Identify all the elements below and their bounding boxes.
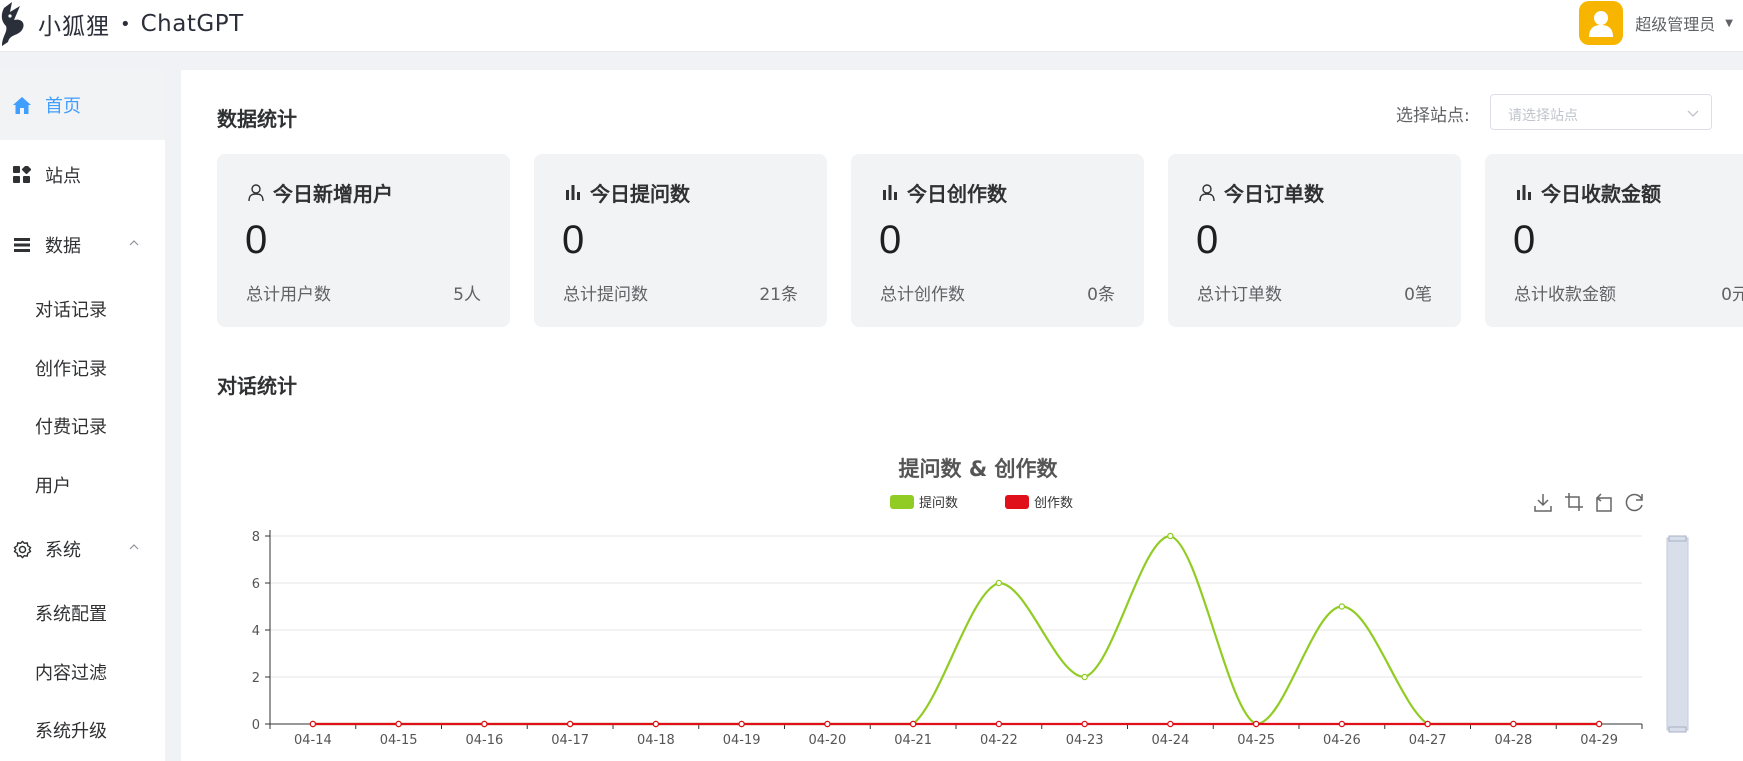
- avatar[interactable]: [1579, 1, 1624, 45]
- stats-section-title: 数据统计: [217, 107, 297, 131]
- stat-card-questions: 今日提问数 0 总计提问数 21条: [534, 154, 827, 327]
- bar-chart-icon: [564, 184, 582, 202]
- card-title: 今日提问数: [564, 178, 690, 207]
- sidebar-item-system[interactable]: 系统: [0, 514, 165, 584]
- grid-icon: [12, 165, 32, 185]
- card-value: 0: [1513, 218, 1536, 262]
- card-total-label: 总计用户数: [246, 285, 331, 305]
- card-total-label: 总计创作数: [880, 285, 965, 305]
- stat-card-orders: 今日订单数 0 总计订单数 0笔: [1168, 154, 1461, 327]
- card-total-label: 总计订单数: [1197, 285, 1282, 305]
- card-value: 0: [879, 218, 902, 262]
- stat-card-new-users: 今日新增用户 0 总计用户数 5人: [217, 154, 510, 327]
- stat-card-revenue: 今日收款金额 0 总计收款金额 0元: [1485, 154, 1743, 327]
- card-title-text: 今日创作数: [907, 182, 1007, 206]
- card-total-label: 总计提问数: [563, 285, 648, 305]
- bar-chart-icon: [881, 184, 899, 202]
- card-title: 今日新增用户: [247, 178, 393, 207]
- stat-cards: 今日新增用户 0 总计用户数 5人 今日提问数 0 总计提问数 21条 今日创作…: [217, 154, 1743, 327]
- sidebar-item-label: 数据: [45, 236, 81, 257]
- card-title-text: 今日新增用户: [273, 182, 393, 206]
- fox-logo-icon: [1, 2, 24, 46]
- sidebar-item-label: 站点: [45, 166, 81, 187]
- sidebar-item-payment-records[interactable]: 付费记录: [0, 397, 165, 456]
- stat-card-creations: 今日创作数 0 总计创作数 0条: [851, 154, 1144, 327]
- sidebar-item-users[interactable]: 用户: [0, 456, 165, 515]
- list-icon: [12, 235, 32, 255]
- chevron-up-icon[interactable]: [129, 238, 139, 248]
- card-total-value: 0条: [1087, 285, 1115, 305]
- user-menu[interactable]: 超级管理员 ▼: [1579, 0, 1733, 46]
- brand-name: ChatGPT: [140, 11, 244, 37]
- site-select[interactable]: 请选择站点: [1490, 94, 1712, 130]
- chevron-down-icon[interactable]: ▼: [1725, 18, 1733, 29]
- card-total-label: 总计收款金额: [1514, 285, 1616, 305]
- user-avatar-icon: [1589, 11, 1614, 37]
- bar-chart-icon: [1515, 184, 1533, 202]
- sidebar-item-system-config[interactable]: 系统配置: [0, 584, 165, 643]
- sidebar-item-system-upgrade[interactable]: 系统升级: [0, 701, 165, 760]
- card-value: 0: [245, 218, 268, 262]
- chevron-up-icon[interactable]: [129, 542, 139, 552]
- card-title: 今日收款金额: [1515, 178, 1661, 207]
- sidebar: 首页 站点 数据 对话记录 创作记录 付费记录 用户 系统 系统配置 内容过滤 …: [0, 70, 165, 761]
- main-panel: 数据统计 选择站点: 请选择站点 今日新增用户 0 总计用户数 5人 今日提问数: [181, 70, 1743, 761]
- card-title-text: 今日提问数: [590, 182, 690, 206]
- user-icon: [247, 184, 265, 202]
- sidebar-item-label: 系统: [45, 540, 81, 561]
- home-icon: [12, 95, 32, 115]
- sidebar-item-label: 首页: [45, 96, 81, 117]
- site-select-placeholder: 请选择站点: [1508, 108, 1578, 124]
- logo[interactable]: 小狐狸 • ChatGPT: [0, 2, 244, 46]
- sidebar-item-chat-records[interactable]: 对话记录: [0, 280, 165, 339]
- sidebar-item-creation-records[interactable]: 创作记录: [0, 339, 165, 398]
- user-name[interactable]: 超级管理员: [1635, 11, 1715, 35]
- card-title-text: 今日订单数: [1224, 182, 1324, 206]
- card-total-value: 0元: [1721, 285, 1743, 305]
- card-title: 今日订单数: [1198, 178, 1324, 207]
- chevron-down-icon: [1687, 110, 1699, 117]
- gear-icon: [12, 539, 32, 559]
- card-total-value: 21条: [759, 285, 798, 305]
- sidebar-item-sites[interactable]: 站点: [0, 140, 165, 210]
- logo-text: 小狐狸: [38, 14, 110, 40]
- sidebar-item-content-filter[interactable]: 内容过滤: [0, 643, 165, 702]
- site-select-label: 选择站点:: [1396, 106, 1470, 126]
- card-value: 0: [1196, 218, 1219, 262]
- sidebar-item-home[interactable]: 首页: [0, 70, 165, 140]
- card-value: 0: [562, 218, 585, 262]
- sidebar-item-data[interactable]: 数据: [0, 210, 165, 280]
- card-total-value: 0笔: [1404, 285, 1432, 305]
- logo-separator: •: [120, 13, 131, 35]
- card-total-value: 5人: [453, 285, 481, 305]
- card-title-text: 今日收款金额: [1541, 182, 1661, 206]
- chat-stats-section-title: 对话统计: [217, 374, 297, 398]
- top-header: 小狐狸 • ChatGPT 超级管理员 ▼: [0, 0, 1743, 52]
- card-title: 今日创作数: [881, 178, 1007, 207]
- user-icon: [1198, 184, 1216, 202]
